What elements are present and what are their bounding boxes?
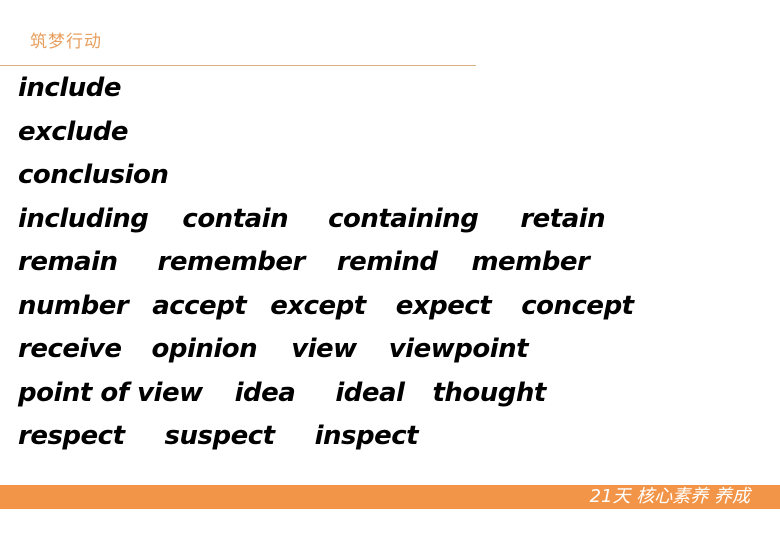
footer-slogan: 21天 核心素养 养成 <box>589 486 750 507</box>
header-divider <box>0 65 476 66</box>
vocab-word: idea <box>234 377 296 408</box>
vocabulary-list: include exclude conclusion including cont… <box>18 67 634 459</box>
vocab-word: except <box>270 290 366 321</box>
header-title: 筑梦行动 <box>30 32 102 52</box>
vocab-line: including contain containing retain <box>18 198 634 242</box>
vocab-word: contain <box>182 203 289 234</box>
vocab-word: point of view <box>18 377 203 408</box>
vocab-word: expect <box>395 290 492 321</box>
vocab-line: conclusion <box>18 154 634 198</box>
vocab-line: receive opinion view viewpoint <box>18 328 634 372</box>
vocab-word: receive <box>18 334 122 364</box>
vocab-word: member <box>471 247 590 277</box>
vocab-word: number <box>18 290 129 321</box>
vocab-word: ideal <box>335 377 405 408</box>
vocab-word: include <box>18 73 122 103</box>
vocab-word: accept <box>152 290 247 321</box>
vocab-line: include <box>18 67 634 111</box>
vocab-word: containing <box>328 203 479 234</box>
vocab-line: remain remember remind member <box>18 241 634 285</box>
vocab-word: conclusion <box>18 160 169 190</box>
vocab-word: retain <box>520 203 606 234</box>
vocab-word: remember <box>157 247 306 277</box>
vocab-line: exclude <box>18 111 634 155</box>
vocab-word: viewpoint <box>388 334 529 364</box>
vocab-line: respect suspect inspect <box>18 415 634 459</box>
vocab-line: number accept except expect concept <box>18 285 634 329</box>
footer-band: 21天 核心素养 养成 <box>0 485 780 509</box>
vocab-word: view <box>291 334 357 364</box>
vocab-word: remind <box>336 247 438 277</box>
vocab-word: remain <box>18 247 118 277</box>
vocab-word: concept <box>521 290 634 321</box>
vocab-word: inspect <box>314 421 419 451</box>
vocab-word: respect <box>18 421 125 451</box>
vocab-word: exclude <box>18 116 128 147</box>
vocab-word: including <box>18 203 149 234</box>
vocab-word: thought <box>432 377 546 408</box>
vocab-word: suspect <box>164 421 276 451</box>
vocab-word: opinion <box>151 334 258 364</box>
vocab-line: point of view idea ideal thought <box>18 372 634 416</box>
